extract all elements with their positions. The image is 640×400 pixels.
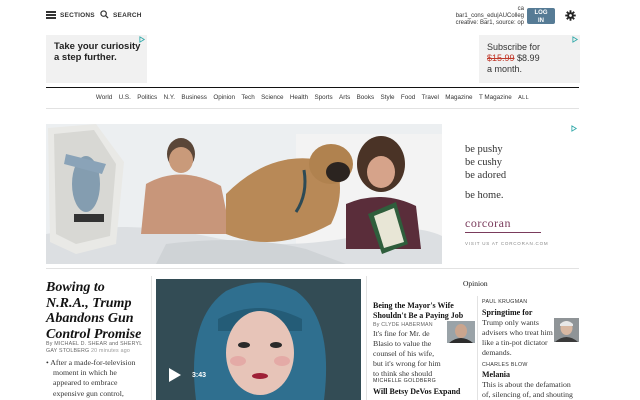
opinion-story-summary: It's fine for Mr. de Blasio to value the… bbox=[373, 329, 441, 378]
nav-item-t-magazine[interactable]: T Magazine bbox=[476, 93, 515, 103]
lead-byline: By MICHAEL D. SHEAR and SHERYL GAY STOLB… bbox=[46, 341, 154, 355]
play-icon[interactable] bbox=[168, 367, 182, 383]
opinion-section-title[interactable]: Opinion bbox=[463, 279, 488, 288]
login-label: LOG bbox=[534, 10, 548, 16]
adchoices-icon[interactable] bbox=[139, 36, 146, 43]
columnist-portrait bbox=[554, 318, 579, 342]
column-divider bbox=[366, 276, 367, 400]
opinion-story-summary: This is about the defamation of, silenci… bbox=[482, 380, 573, 399]
logo-underline bbox=[465, 232, 541, 233]
ad-tagline-line: be adored bbox=[465, 170, 507, 181]
ad-right-line: Subscribe for bbox=[487, 42, 541, 52]
summary-line: appeared to embrace bbox=[53, 378, 118, 388]
corcoran-logo: corcoran bbox=[465, 216, 511, 230]
opinion-story-summary: Trump only wants advisers who treat him … bbox=[482, 318, 553, 357]
nav-item-business[interactable]: Business bbox=[178, 93, 210, 103]
opinion-story-headline[interactable]: Melania bbox=[482, 370, 562, 380]
nav-item-food[interactable]: Food bbox=[398, 93, 419, 103]
adchoices-icon[interactable] bbox=[572, 36, 579, 43]
opinion-story-headline[interactable]: Being the Mayor's Wife Shouldn't Be a Pa… bbox=[373, 301, 473, 320]
nav-item-health[interactable]: Health bbox=[287, 93, 312, 103]
ad-meta-line: bar1_cons_edu|AUColleg bbox=[455, 13, 524, 19]
ad-visit-link: VISIT US AT CORCORAN.COM bbox=[465, 241, 549, 246]
section-nav: World U.S. Politics N.Y. Business Opinio… bbox=[46, 93, 579, 103]
masthead-bar: SECTIONS SEARCH ca bar1_cons_edu|AUColle… bbox=[0, 0, 640, 30]
lead-summary: • After a made-for-television moment in … bbox=[46, 358, 156, 399]
columnist-photo bbox=[447, 321, 475, 343]
column-divider bbox=[151, 276, 152, 400]
ad-tagline: be pushy be cushy be adored be home. bbox=[465, 143, 506, 202]
ad-right-line: a month. bbox=[487, 64, 523, 74]
search-icon[interactable] bbox=[100, 10, 109, 19]
nav-item-science[interactable]: Science bbox=[258, 93, 287, 103]
nav-item-tech[interactable]: Tech bbox=[238, 93, 258, 103]
gear-icon[interactable] bbox=[565, 10, 576, 21]
nav-item-style[interactable]: Style bbox=[377, 93, 397, 103]
nav-item-all[interactable]: ALL bbox=[515, 93, 532, 103]
opinion-columnist[interactable]: MICHELLE GOLDBERG bbox=[373, 378, 436, 384]
nav-item-travel[interactable]: Travel bbox=[418, 93, 442, 103]
nav-item-politics[interactable]: Politics bbox=[134, 93, 160, 103]
ad-debug-info: ca bar1_cons_edu|AUColleg creative: Bar1… bbox=[440, 6, 524, 27]
hamburger-menu-icon[interactable] bbox=[46, 11, 56, 19]
ad-tagline-line: be home. bbox=[465, 190, 504, 201]
ad-meta-line: creative: Bar1, source: op bbox=[455, 20, 524, 26]
ad-meta-line: ca bbox=[517, 6, 524, 12]
section-separator bbox=[46, 268, 579, 269]
ad-right-price-line: $15.99 $8.99 bbox=[487, 53, 579, 64]
ad-right-copy: Subscribe for $15.99 $8.99 a month. bbox=[487, 42, 579, 75]
search-button[interactable]: SEARCH bbox=[113, 12, 142, 19]
opinion-columnist[interactable]: CHARLES BLOW bbox=[482, 362, 528, 368]
login-button[interactable]: LOG IN bbox=[527, 8, 555, 24]
columnist-portrait bbox=[447, 321, 475, 343]
opinion-story-headline[interactable]: Will Betsy DeVos Expand bbox=[373, 387, 473, 397]
summary-line: expensive gun control, bbox=[53, 388, 124, 398]
lead-headline[interactable]: Bowing to N.R.A., Trump Abandons Gun Con… bbox=[46, 280, 146, 342]
ad-tagline-line: be pushy bbox=[465, 144, 503, 155]
adchoices-icon[interactable] bbox=[571, 125, 578, 132]
nav-item-arts[interactable]: Arts bbox=[336, 93, 354, 103]
opinion-story-headline[interactable]: Springtime for bbox=[482, 308, 552, 318]
summary-line-text: After a made-for-television bbox=[50, 358, 136, 367]
login-label: IN bbox=[538, 18, 544, 24]
nav-item-opinion[interactable]: Opinion bbox=[210, 93, 238, 103]
video-still bbox=[156, 279, 361, 400]
ad-tagline-line: be cushy bbox=[465, 157, 503, 168]
sections-button[interactable]: SECTIONS bbox=[60, 12, 95, 19]
opinion-columnist[interactable]: PAUL KRUGMAN bbox=[482, 299, 527, 305]
nav-item-us[interactable]: U.S. bbox=[115, 93, 134, 103]
ad-photo bbox=[46, 124, 442, 264]
ad-banner-left[interactable]: Take your curiosity a step further. bbox=[46, 35, 147, 83]
display-ad-corcoran[interactable]: be pushy be cushy be adored be home. cor… bbox=[46, 124, 579, 264]
new-price: $8.99 bbox=[517, 53, 540, 63]
opinion-story-byline: By CLYDE HABERMAN bbox=[373, 322, 433, 328]
ad-photo-illustration bbox=[46, 124, 442, 264]
column-divider bbox=[477, 296, 478, 400]
old-price: $15.99 bbox=[487, 53, 515, 63]
nav-item-ny[interactable]: N.Y. bbox=[160, 93, 178, 103]
nav-rule-bottom bbox=[46, 108, 579, 109]
lead-video[interactable]: 3:43 bbox=[156, 279, 361, 400]
nav-item-magazine[interactable]: Magazine bbox=[442, 93, 476, 103]
nav-item-world[interactable]: World bbox=[93, 93, 116, 103]
timestamp: 20 minutes ago bbox=[91, 348, 131, 354]
nav-rule-top bbox=[46, 87, 579, 88]
nav-item-books[interactable]: Books bbox=[353, 93, 377, 103]
ad-banner-right[interactable]: Subscribe for $15.99 $8.99 a month. bbox=[479, 35, 580, 83]
ad-left-text: Take your curiosity a step further. bbox=[54, 41, 141, 63]
summary-line: • After a made-for-television bbox=[46, 358, 136, 367]
nav-item-sports[interactable]: Sports bbox=[311, 93, 336, 103]
summary-line: moment in which he bbox=[53, 368, 117, 378]
video-duration: 3:43 bbox=[192, 372, 207, 379]
columnist-photo bbox=[554, 318, 579, 342]
